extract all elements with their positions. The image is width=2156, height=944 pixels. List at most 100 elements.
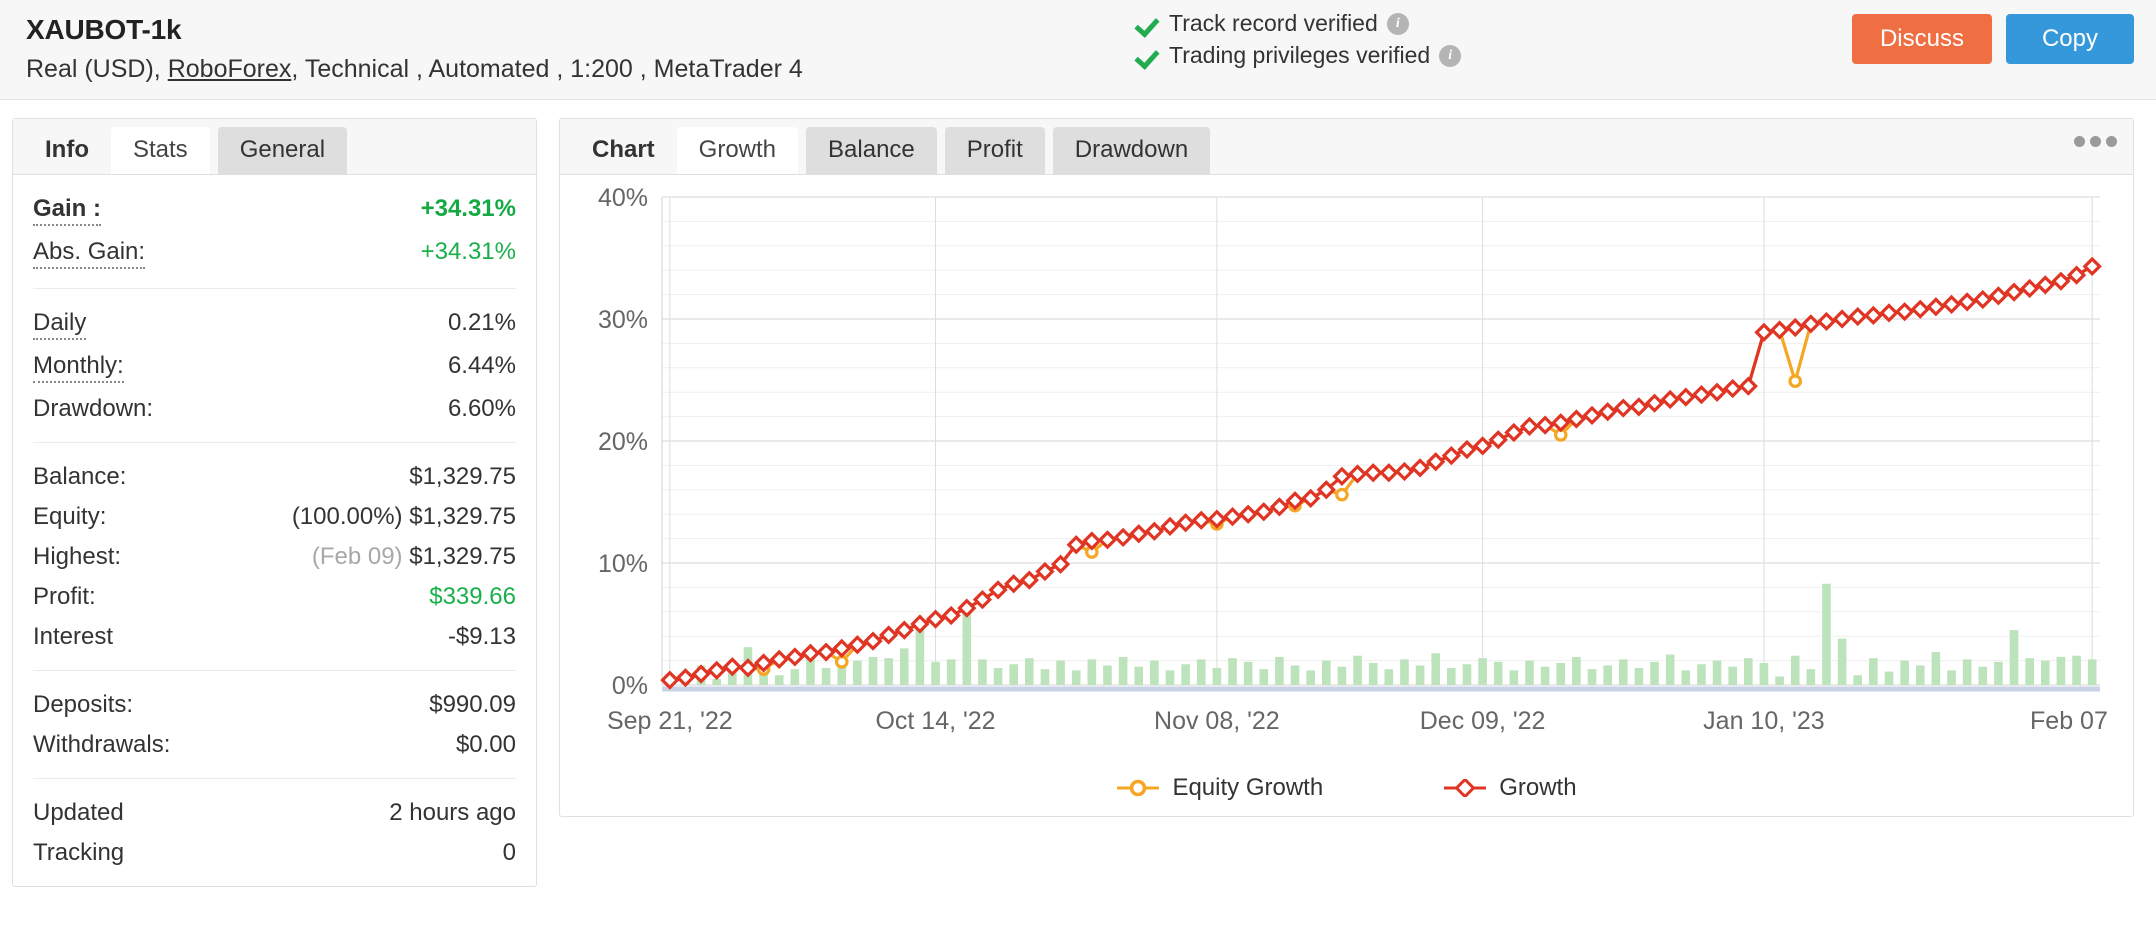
header-actions: Discuss Copy bbox=[1852, 14, 2134, 64]
stat-row-interest: Interest -$9.13 bbox=[33, 617, 516, 657]
chart-label: Chart bbox=[570, 127, 677, 174]
stat-row-profit: Profit: $339.66 bbox=[33, 577, 516, 617]
stat-group: Gain : +34.31% Abs. Gain: +34.31% bbox=[33, 175, 516, 288]
legend-label: Growth bbox=[1499, 774, 1576, 802]
stat-value: +34.31% bbox=[421, 195, 516, 223]
stat-row-updated: Updated 2 hours ago bbox=[33, 793, 516, 833]
tab-balance[interactable]: Balance bbox=[806, 127, 937, 174]
kebab-menu-icon[interactable] bbox=[2074, 136, 2117, 147]
stat-row-withdrawals: Withdrawals: $0.00 bbox=[33, 725, 516, 765]
check-icon bbox=[1135, 44, 1161, 68]
tab-profit[interactable]: Profit bbox=[945, 127, 1045, 174]
verification-badges: Track record verified i Trading privileg… bbox=[1135, 10, 1461, 69]
stat-value: 2 hours ago bbox=[389, 799, 516, 827]
check-icon bbox=[1135, 12, 1161, 36]
track-record-verified-label: Track record verified bbox=[1169, 10, 1378, 37]
stats-tabbar: Info Stats General bbox=[13, 119, 536, 175]
svg-text:Nov 08, '22: Nov 08, '22 bbox=[1154, 707, 1280, 735]
trading-privileges-verified-label: Trading privileges verified bbox=[1169, 42, 1430, 69]
stat-row-deposits: Deposits: $990.09 bbox=[33, 685, 516, 725]
stat-row-tracking: Tracking 0 bbox=[33, 833, 516, 873]
stat-value: -$9.13 bbox=[448, 623, 516, 651]
stat-row-monthly: Monthly: 6.44% bbox=[33, 346, 516, 389]
account-type: Real (USD), bbox=[26, 55, 161, 83]
stat-row-equity: Equity: (100.00%) $1,329.75 bbox=[33, 497, 516, 537]
stat-label[interactable]: Gain : bbox=[33, 195, 101, 226]
svg-text:0%: 0% bbox=[612, 672, 648, 700]
account-meta: Real (USD), RoboForex, Technical , Autom… bbox=[26, 55, 2134, 84]
svg-text:40%: 40% bbox=[598, 184, 648, 212]
stat-label: Drawdown: bbox=[33, 395, 153, 423]
stat-value: $990.09 bbox=[429, 691, 516, 719]
stats-list: Gain : +34.31% Abs. Gain: +34.31% Daily … bbox=[13, 175, 536, 886]
svg-text:Dec 09, '22: Dec 09, '22 bbox=[1420, 707, 1546, 735]
stat-label: Balance: bbox=[33, 463, 126, 491]
legend-marker-circle-icon bbox=[1116, 779, 1160, 797]
svg-text:Oct 14, '22: Oct 14, '22 bbox=[875, 707, 995, 735]
legend-marker-diamond-icon bbox=[1443, 779, 1487, 797]
stat-value: 6.44% bbox=[448, 352, 516, 380]
stat-value: $0.00 bbox=[456, 731, 516, 759]
copy-button[interactable]: Copy bbox=[2006, 14, 2134, 64]
legend-item-growth[interactable]: Growth bbox=[1443, 774, 1576, 802]
svg-text:Sep 21, '22: Sep 21, '22 bbox=[607, 707, 733, 735]
stat-value-prefix: (100.00%) bbox=[292, 503, 403, 530]
legend-label: Equity Growth bbox=[1172, 774, 1323, 802]
stat-group: Balance: $1,329.75 Equity: (100.00%) $1,… bbox=[33, 442, 516, 670]
account-meta-rest: , Technical , Automated , 1:200 , MetaTr… bbox=[291, 55, 802, 83]
chart-tabbar: Chart Growth Balance Profit Drawdown bbox=[560, 119, 2133, 175]
info-icon[interactable]: i bbox=[1439, 45, 1461, 67]
stat-label[interactable]: Abs. Gain: bbox=[33, 238, 145, 269]
main-content: Info Stats General Gain : +34.31% Abs. G… bbox=[0, 100, 2156, 887]
stat-value-wrap: (100.00%) $1,329.75 bbox=[292, 503, 516, 531]
discuss-button[interactable]: Discuss bbox=[1852, 14, 1992, 64]
account-header: XAUBOT-1k Real (USD), RoboForex, Technic… bbox=[0, 0, 2156, 100]
legend-item-equity-growth[interactable]: Equity Growth bbox=[1116, 774, 1323, 802]
tab-stats[interactable]: Stats bbox=[111, 127, 210, 174]
status-badge: Track record verified i bbox=[1135, 10, 1461, 37]
chart-legend: Equity Growth Growth bbox=[560, 758, 2133, 816]
chart-panel: Chart Growth Balance Profit Drawdown 0% 1… bbox=[559, 118, 2134, 817]
stats-panel: Info Stats General Gain : +34.31% Abs. G… bbox=[12, 118, 537, 887]
info-icon[interactable]: i bbox=[1387, 13, 1409, 35]
stat-label: Updated bbox=[33, 799, 124, 827]
stat-label: Highest: bbox=[33, 543, 121, 571]
stat-label: Interest bbox=[33, 623, 113, 651]
stat-label[interactable]: Daily bbox=[33, 309, 86, 340]
stat-value-wrap: (Feb 09) $1,329.75 bbox=[312, 543, 516, 571]
stat-row-abs-gain: Abs. Gain: +34.31% bbox=[33, 232, 516, 275]
stat-row-drawdown: Drawdown: 6.60% bbox=[33, 389, 516, 429]
status-badge: Trading privileges verified i bbox=[1135, 42, 1461, 69]
growth-chart[interactable]: 0%10%20%30%40%Sep 21, '22Oct 14, '22Nov … bbox=[560, 175, 2133, 758]
svg-text:Jan 10, '23: Jan 10, '23 bbox=[1703, 707, 1825, 735]
svg-text:10%: 10% bbox=[598, 550, 648, 578]
growth-chart-svg: 0%10%20%30%40%Sep 21, '22Oct 14, '22Nov … bbox=[570, 183, 2110, 743]
tab-general[interactable]: General bbox=[218, 127, 347, 174]
stat-value: $339.66 bbox=[429, 583, 516, 611]
stat-label: Equity: bbox=[33, 503, 106, 531]
stat-label: Profit: bbox=[33, 583, 96, 611]
stat-row-daily: Daily 0.21% bbox=[33, 303, 516, 346]
page-title: XAUBOT-1k bbox=[26, 14, 2134, 46]
stat-value: $1,329.75 bbox=[409, 463, 516, 491]
stat-label[interactable]: Monthly: bbox=[33, 352, 124, 383]
stat-value: 0 bbox=[503, 839, 516, 867]
svg-text:Feb 07, '23: Feb 07, '23 bbox=[2030, 707, 2110, 735]
stat-value: +34.31% bbox=[421, 238, 516, 266]
stat-label: Deposits: bbox=[33, 691, 133, 719]
stat-label: Tracking bbox=[33, 839, 124, 867]
stat-group: Deposits: $990.09 Withdrawals: $0.00 bbox=[33, 670, 516, 778]
broker-link[interactable]: RoboForex bbox=[168, 55, 292, 83]
stat-value: $1,329.75 bbox=[409, 543, 516, 570]
tab-growth[interactable]: Growth bbox=[677, 127, 798, 174]
stat-value: 6.60% bbox=[448, 395, 516, 423]
stat-row-balance: Balance: $1,329.75 bbox=[33, 457, 516, 497]
stat-group: Updated 2 hours ago Tracking 0 bbox=[33, 778, 516, 886]
stat-row-gain: Gain : +34.31% bbox=[33, 189, 516, 232]
svg-text:30%: 30% bbox=[598, 306, 648, 334]
stat-value: 0.21% bbox=[448, 309, 516, 337]
tab-drawdown[interactable]: Drawdown bbox=[1053, 127, 1210, 174]
stat-value: $1,329.75 bbox=[409, 503, 516, 530]
stat-row-highest: Highest: (Feb 09) $1,329.75 bbox=[33, 537, 516, 577]
stat-group: Daily 0.21% Monthly: 6.44% Drawdown: 6.6… bbox=[33, 288, 516, 442]
